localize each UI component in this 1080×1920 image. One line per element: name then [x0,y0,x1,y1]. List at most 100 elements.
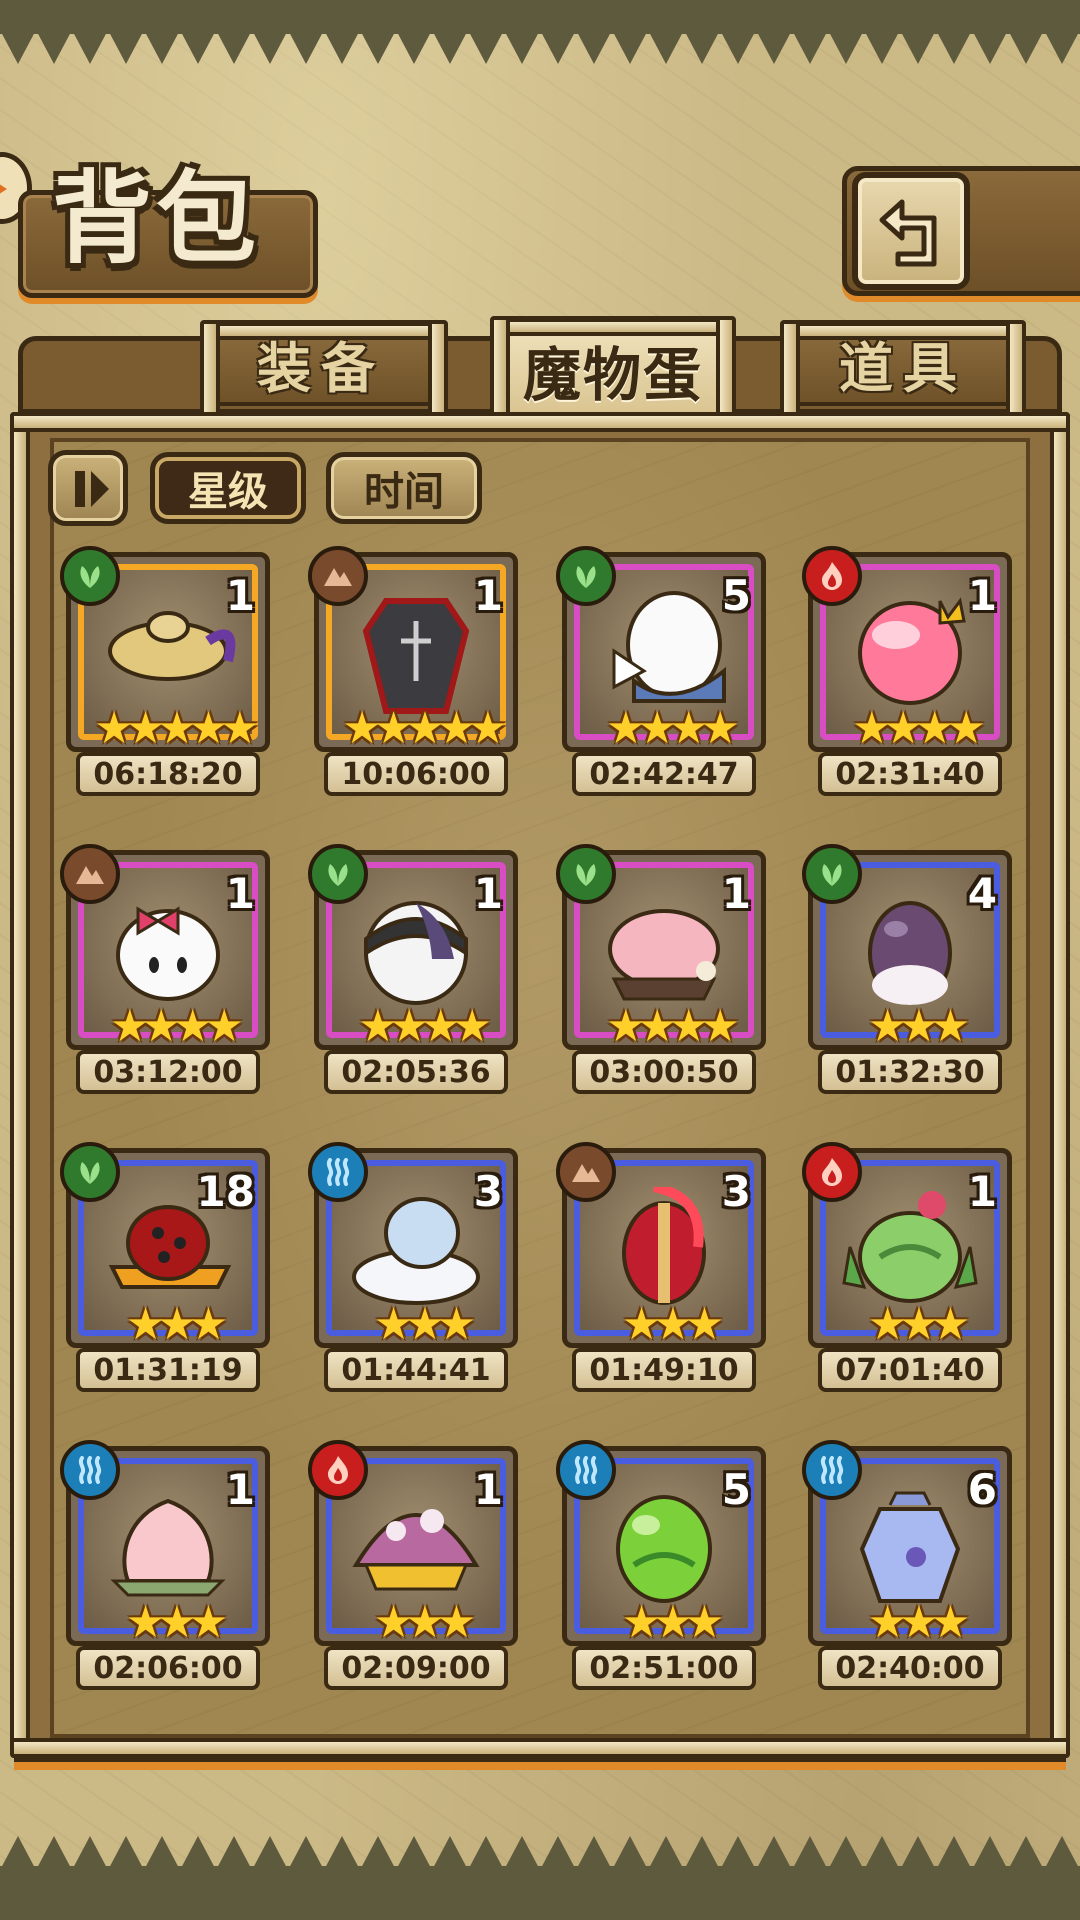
cloud-egg [352,1197,480,1305]
egg-slot[interactable]: 1 ★★★ 02:09:00 [308,1440,518,1696]
top-border [0,0,1080,34]
element-water-icon [60,1440,120,1500]
element-nature-icon [802,844,862,904]
egg-count: 1 [721,869,751,918]
star-rating: ★★★ [125,1299,228,1350]
star-rating: ★★★★ [110,1001,244,1052]
hatch-timer: 01:31:19 [76,1348,260,1392]
tab-label: 魔物蛋 [522,341,703,409]
frame-rail-right [1050,412,1070,1758]
bottom-border [0,1866,1080,1920]
egg-slot[interactable]: 1 ★★★★★ 10:06:00 [308,546,518,802]
element-earth-icon [556,1142,616,1202]
tab-post [780,320,800,420]
hatch-timer: 06:18:20 [76,752,260,796]
hatch-timer: 02:31:40 [818,752,1002,796]
egg-count: 4 [967,869,997,918]
spartan-helmet-egg [622,1187,706,1305]
egg-count: 1 [225,869,255,918]
sort-by-time-button[interactable]: 时间 [326,452,482,524]
egg-slot[interactable]: 1 ★★★★ 02:31:40 [802,546,1012,802]
egg-slot[interactable]: 5 ★★★★ 02:42:47 [556,546,766,802]
egg-slot[interactable]: 6 ★★★ 02:40:00 [802,1440,1012,1696]
star-rating: ★★★ [621,1299,724,1350]
element-nature-icon [556,844,616,904]
egg-slot[interactable]: 4 ★★★ 01:32:30 [802,844,1012,1100]
purple-fluffy-egg [868,901,952,1005]
element-fire-icon [308,1440,368,1500]
egg-count: 1 [473,869,503,918]
hatch-timer: 01:44:41 [324,1348,508,1392]
egg-slot[interactable]: 3 ★★★ 01:44:41 [308,1142,518,1398]
egg-slot[interactable]: 18 ★★★ 01:31:19 [60,1142,270,1398]
tab-rail [206,322,438,340]
star-rating: ★★★ [867,1597,970,1648]
coffin-egg [362,598,470,714]
sort-order-icon [75,471,85,507]
hatch-timer: 02:05:36 [324,1050,508,1094]
page-title: 背包 [52,159,260,277]
tab-post [428,320,448,420]
egg-slot[interactable]: 1 ★★★★★ 06:18:20 [60,546,270,802]
cactus-egg [842,1191,978,1303]
egg-count: 5 [721,1465,751,1514]
egg-slot[interactable]: 1 ★★★★ 02:05:36 [308,844,518,1100]
winged-egg [612,591,726,703]
crowned-pink-egg [858,597,966,705]
back-button[interactable] [852,172,970,290]
egg-slot[interactable]: 1 ★★★★ 03:12:00 [60,844,270,1100]
star-rating: ★★★ [867,1001,970,1052]
element-nature-icon [60,1142,120,1202]
star-rating: ★★★ [125,1597,228,1648]
egg-count: 1 [225,571,255,620]
egg-count: 1 [473,571,503,620]
hatch-timer: 03:12:00 [76,1050,260,1094]
star-rating: ★★★★★ [342,703,507,754]
frame-rail-top [10,412,1070,432]
spiked-helmet-egg [364,901,468,1005]
star-rating: ★★★★★ [94,703,259,754]
star-rating: ★★★ [373,1597,476,1648]
hatch-timer: 10:06:00 [324,752,508,796]
magic-lamp-egg [108,611,236,681]
star-rating: ★★★★ [606,703,740,754]
frame-rail-left [10,412,30,1758]
element-earth-icon [308,546,368,606]
egg-count: 18 [196,1167,255,1216]
egg-count: 3 [721,1167,751,1216]
star-rating: ★★★ [373,1299,476,1350]
element-water-icon [556,1440,616,1500]
star-rating: ★★★★ [852,703,986,754]
sort-order-toggle[interactable] [48,450,128,526]
star-rating: ★★★★ [606,1001,740,1052]
green-slime-egg [616,1495,712,1603]
frame-rail-bottom [10,1738,1070,1758]
tab-rail [786,322,1022,340]
egg-count: 3 [473,1167,503,1216]
egg-count: 6 [967,1465,997,1514]
mushroom-egg [352,1509,480,1591]
bow-cracked-egg [116,906,220,1001]
sort-by-stars-button[interactable]: 星级 [150,452,306,524]
element-nature-icon [60,546,120,606]
egg-slot[interactable]: 1 ★★★★ 03:00:50 [556,844,766,1100]
crystal-egg [859,1491,961,1603]
hatch-timer: 02:51:00 [572,1646,756,1690]
pink-furry-egg [608,909,720,1001]
hatch-timer: 03:00:50 [572,1050,756,1094]
tab-post [1006,320,1026,420]
element-nature-icon [308,844,368,904]
tab-rail [496,318,732,336]
back-arrow-icon [879,199,937,267]
egg-count: 1 [225,1465,255,1514]
hatch-timer: 02:09:00 [324,1646,508,1690]
element-water-icon [308,1142,368,1202]
egg-slot[interactable]: 1 ★★★ 02:06:00 [60,1440,270,1696]
element-earth-icon [60,844,120,904]
tab-post [490,316,510,416]
egg-slot[interactable]: 5 ★★★ 02:51:00 [556,1440,766,1696]
egg-slot[interactable]: 3 ★★★ 01:49:10 [556,1142,766,1398]
egg-count: 1 [967,1167,997,1216]
egg-slot[interactable]: 1 ★★★ 07:01:40 [802,1142,1012,1398]
egg-count: 1 [967,571,997,620]
